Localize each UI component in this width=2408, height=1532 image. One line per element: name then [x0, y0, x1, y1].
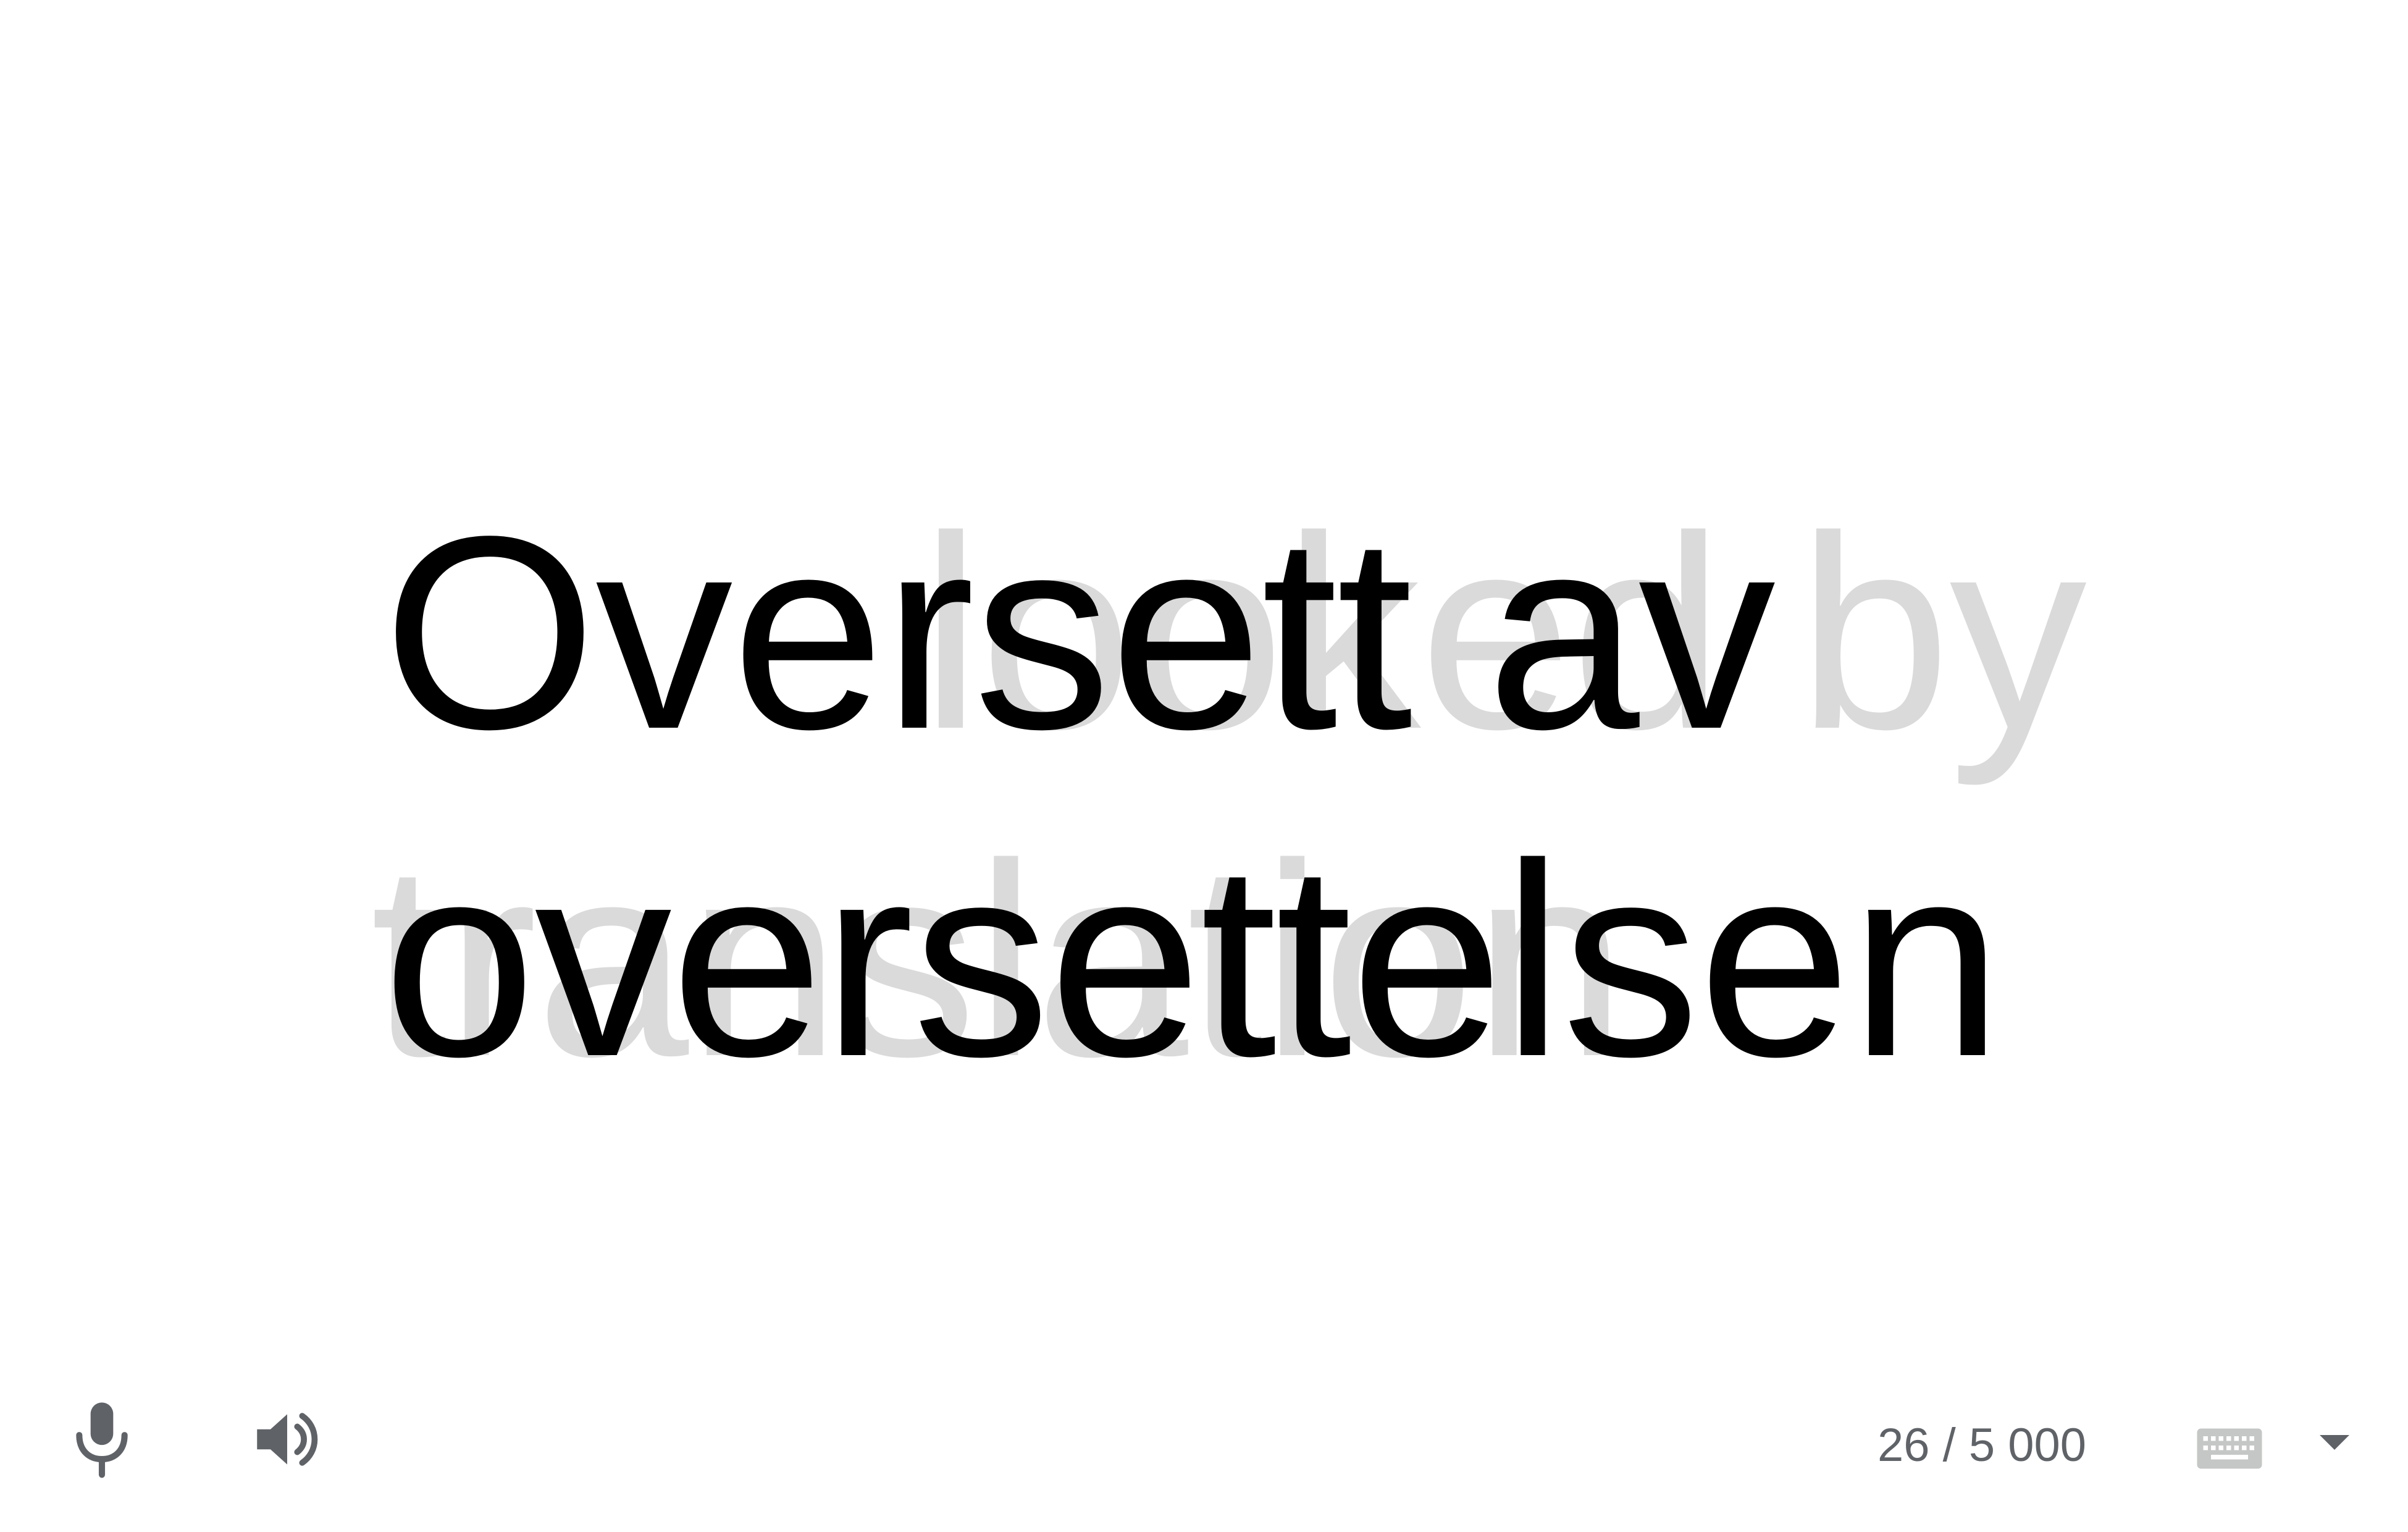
- listen-button[interactable]: [241, 1393, 334, 1486]
- source-text-area[interactable]: looked by translation Oversett av overse…: [371, 469, 2223, 1118]
- keyboard-options-dropdown[interactable]: [2304, 1418, 2365, 1467]
- source-text-panel: looked by translation Oversett av overse…: [0, 0, 2408, 1532]
- keyboard-icon: [2197, 1428, 2262, 1469]
- voice-input-button[interactable]: [62, 1393, 142, 1486]
- caret-down-icon: [2320, 1435, 2349, 1450]
- speaker-icon: [257, 1413, 318, 1466]
- source-text[interactable]: Oversett av oversettelsen: [383, 469, 2174, 1124]
- character-counter: 26 / 5 000: [1877, 1419, 2087, 1471]
- microphone-icon: [76, 1402, 128, 1478]
- virtual-keyboard-button[interactable]: [2186, 1418, 2273, 1479]
